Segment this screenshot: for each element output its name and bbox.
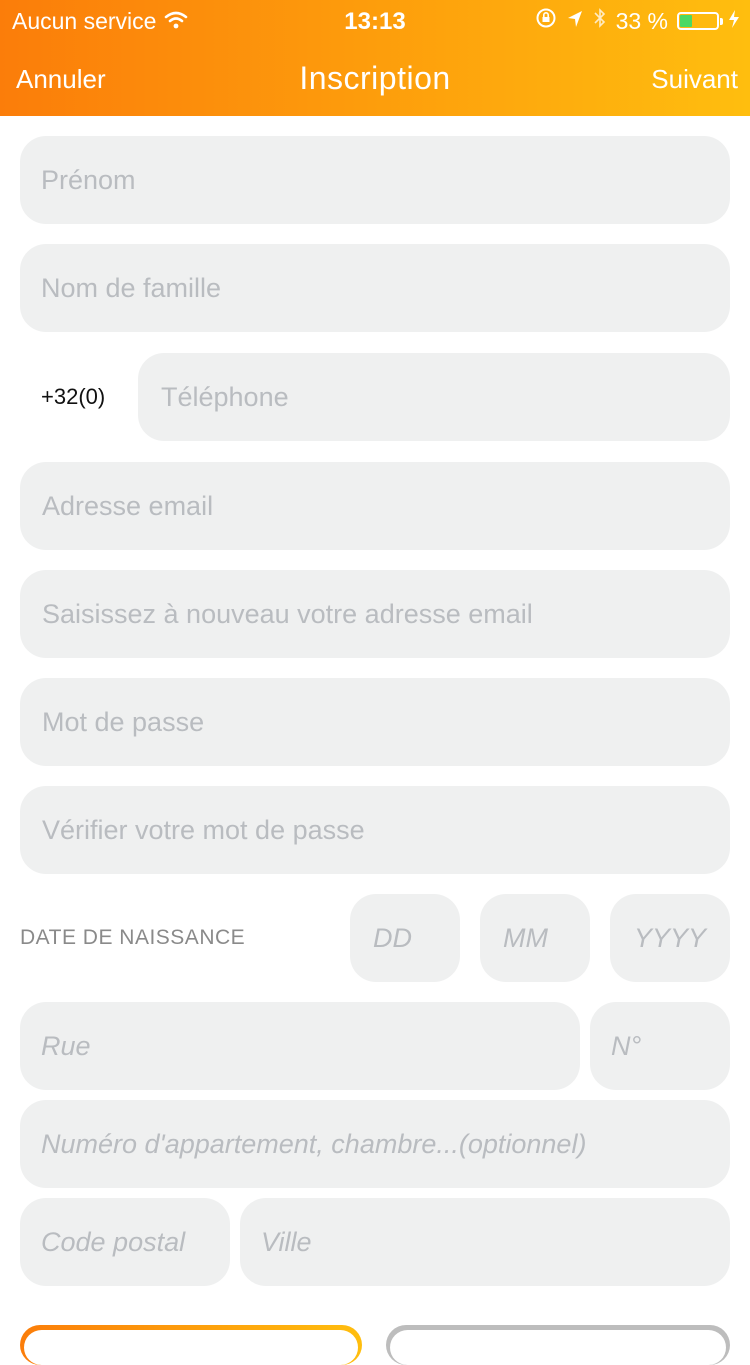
last-name-field[interactable]: Nom de famille: [20, 244, 730, 332]
postal-code-field[interactable]: Code postal: [20, 1198, 230, 1286]
password-field[interactable]: Mot de passe: [20, 678, 730, 766]
apartment-field[interactable]: Numéro d'appartement, chambre...(optionn…: [20, 1100, 730, 1188]
password-placeholder: Mot de passe: [42, 706, 205, 737]
password-confirm-placeholder: Vérifier votre mot de passe: [42, 814, 365, 845]
email-confirm-placeholder: Saisissez à nouveau votre adresse email: [42, 598, 533, 629]
bluetooth-icon: [593, 7, 607, 35]
dob-month-field[interactable]: MM: [480, 894, 590, 982]
charging-bolt-icon: [728, 8, 740, 35]
location-arrow-icon: [566, 8, 584, 35]
dob-year-field[interactable]: YYYY: [610, 894, 730, 982]
dob-year-placeholder: YYYY: [634, 922, 707, 953]
city-field[interactable]: Ville: [240, 1198, 730, 1286]
house-number-placeholder: N°: [611, 1030, 642, 1061]
battery-icon: [677, 12, 723, 30]
first-name-field[interactable]: Prénom: [20, 136, 730, 224]
phone-field[interactable]: Téléphone: [138, 353, 730, 441]
secondary-option-button[interactable]: [386, 1325, 730, 1365]
phone-prefix: +32(0): [41, 384, 106, 409]
email-placeholder: Adresse email: [42, 490, 214, 521]
password-confirm-field[interactable]: Vérifier votre mot de passe: [20, 786, 730, 874]
street-placeholder: Rue: [41, 1030, 91, 1061]
status-bar: Aucun service 13:13 33 %: [0, 0, 750, 40]
street-field[interactable]: Rue: [20, 1002, 580, 1090]
secondary-option-inner: [390, 1330, 726, 1365]
primary-option-button[interactable]: [20, 1325, 362, 1365]
dob-day-field[interactable]: DD: [350, 894, 460, 982]
dob-month-placeholder: MM: [503, 922, 548, 953]
page-title: Inscription: [299, 60, 451, 96]
city-placeholder: Ville: [261, 1226, 312, 1257]
battery-percent: 33 %: [615, 7, 668, 34]
postal-code-placeholder: Code postal: [41, 1226, 186, 1257]
house-number-field[interactable]: N°: [590, 1002, 730, 1090]
dob-day-placeholder: DD: [373, 922, 412, 953]
first-name-placeholder: Prénom: [41, 164, 136, 195]
nav-bar: Annuler Inscription Suivant: [0, 40, 750, 116]
status-right: 33 %: [535, 7, 740, 35]
battery-fill: [680, 15, 692, 27]
next-button[interactable]: Suivant: [651, 64, 738, 95]
rotation-lock-icon: [535, 7, 557, 35]
dob-label: DATE DE NAISSANCE: [20, 926, 246, 949]
email-confirm-field[interactable]: Saisissez à nouveau votre adresse email: [20, 570, 730, 658]
apartment-placeholder: Numéro d'appartement, chambre...(optionn…: [41, 1128, 587, 1159]
primary-option-inner: [24, 1330, 358, 1365]
email-field[interactable]: Adresse email: [20, 462, 730, 550]
app-header: Aucun service 13:13 33 % Annuler Inscrip…: [0, 0, 750, 116]
last-name-placeholder: Nom de famille: [41, 272, 222, 303]
phone-placeholder: Téléphone: [161, 381, 289, 412]
